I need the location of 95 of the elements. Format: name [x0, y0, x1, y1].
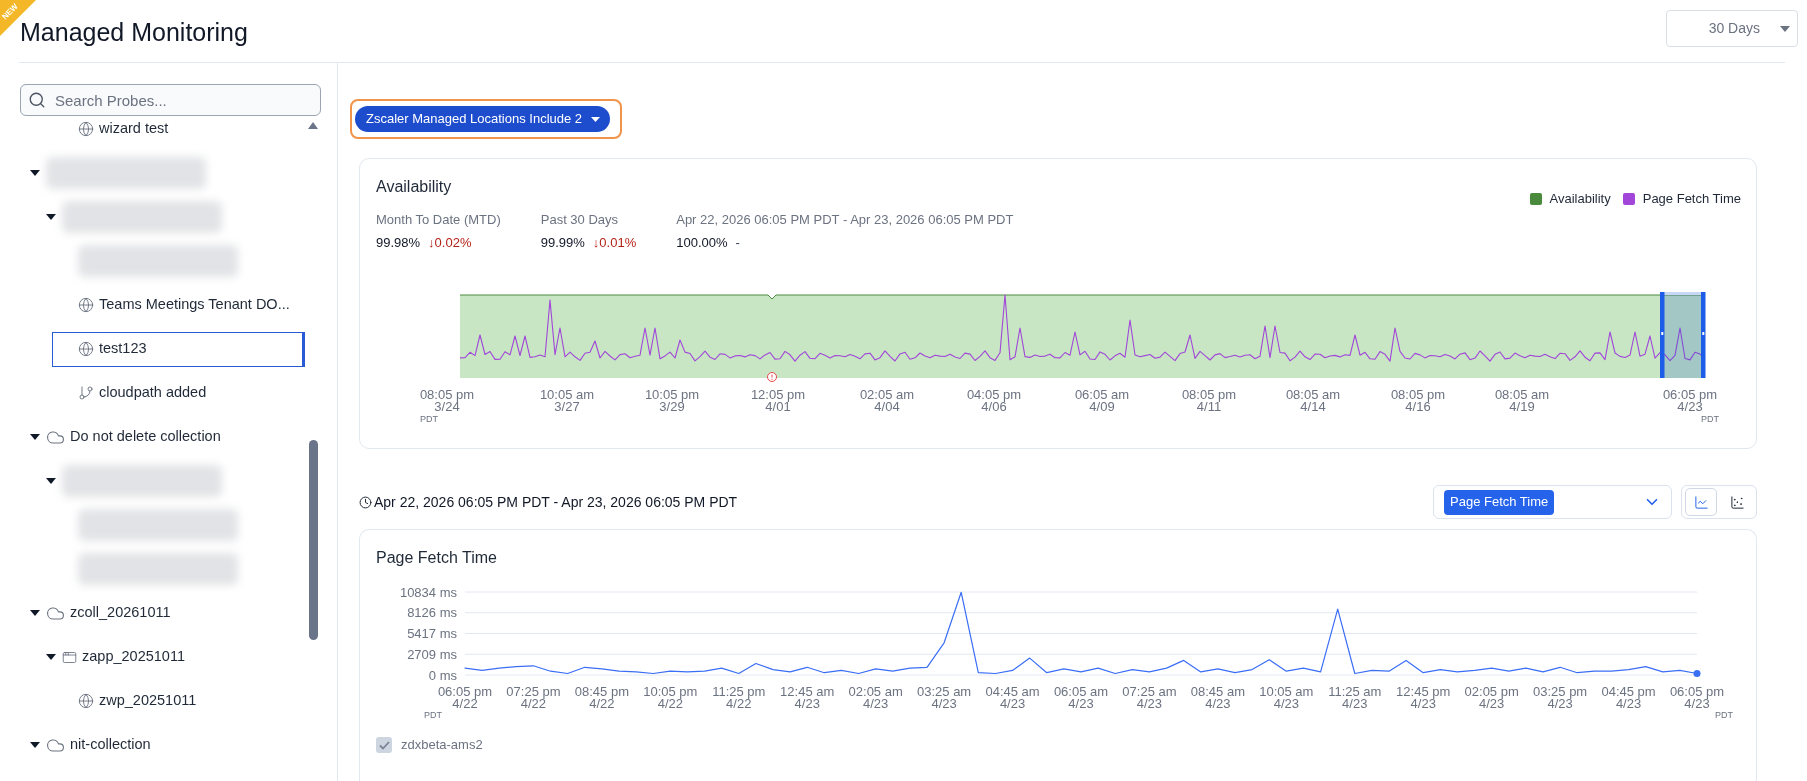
scrollbar-thumb[interactable] — [309, 440, 318, 640]
scatter-chart-icon — [1729, 494, 1745, 510]
search-field[interactable]: Search Probes... — [20, 84, 321, 116]
x-axis-label: 03:25 am 4/23 — [917, 683, 972, 711]
y-axis-label: 0 ms — [428, 667, 457, 683]
x-axis-label: 03:25 pm 4/23 — [1533, 683, 1588, 711]
check-icon — [378, 740, 390, 750]
x-axis-label: 12:05 pm 4/01 — [750, 386, 806, 414]
globe-icon — [78, 693, 94, 709]
x-axis-label: 12:45 am 4/23 — [780, 683, 835, 711]
scroll-up-icon[interactable] — [308, 122, 318, 129]
x-axis-label: 10:05 am 3/27 — [539, 386, 595, 414]
x-axis-label: 12:45 pm 4/23 — [1396, 683, 1451, 711]
caret-down-icon[interactable] — [46, 654, 56, 660]
stat-change: ↓0.02% — [428, 235, 472, 251]
caret-down-icon[interactable] — [46, 214, 56, 220]
tree-item[interactable]: zapp_20251011 — [36, 639, 305, 675]
stat-label: Apr 22, 2026 06:05 PM PDT - Apr 23, 2026 06:05 PM PDT — [676, 212, 1014, 228]
x-axis-label: 11:25 am 4/23 — [1328, 683, 1382, 711]
globe-icon — [78, 121, 94, 137]
date-range: Apr 22, 2026 06:05 PM PDT - Apr 23, 2026 06:05 PM PDT — [374, 493, 738, 511]
filter-chip[interactable]: Zscaler Managed Locations Include 2 — [355, 106, 611, 132]
x-axis-label: 07:25 am 4/23 — [1122, 683, 1177, 711]
x-axis-label: 08:05 am 4/19 — [1494, 386, 1550, 414]
timezone-label: PDT — [424, 710, 442, 720]
x-axis-label: 08:05 pm 4/11 — [1181, 386, 1237, 414]
timezone-label: PDT — [420, 414, 438, 424]
y-axis-label: 10834 ms — [399, 584, 457, 600]
y-axis-label: 2709 ms — [407, 646, 457, 662]
range-dropdown[interactable]: 30 Days — [1666, 10, 1798, 47]
x-axis-label: 06:05 pm 4/23 — [1662, 386, 1718, 414]
tree-item[interactable]: test123 — [52, 331, 305, 367]
y-axis-label: 5417 ms — [407, 626, 457, 641]
caret-down-icon[interactable] — [30, 610, 40, 616]
x-axis-label: 08:05 pm 4/16 — [1390, 386, 1446, 414]
tree-item[interactable]: Teams Meetings Tenant DO... — [52, 287, 305, 323]
x-axis-label: 04:45 am 4/23 — [985, 683, 1040, 711]
card-title: Availability — [376, 177, 452, 197]
selected-metric-tag: Page Fetch Time — [1444, 489, 1555, 515]
caret-down-icon — [591, 116, 601, 122]
x-axis-label: 11:25 pm 4/22 — [712, 683, 766, 711]
branch-icon — [78, 385, 94, 401]
stat-change: ↓0.01% — [592, 235, 637, 251]
tree-item[interactable]: cloudpath added — [52, 375, 305, 411]
stat-change: - — [735, 235, 740, 251]
tree-item[interactable]: zcoll_20261011 — [20, 595, 305, 631]
line-chart-view-button[interactable] — [1685, 488, 1717, 516]
alert-marker-icon[interactable] — [767, 372, 777, 382]
tree-item[interactable]: nit-collection — [20, 727, 305, 763]
caret-down-icon[interactable] — [30, 434, 40, 440]
x-axis-label: 06:05 pm 4/23 — [1669, 683, 1725, 711]
stat-label: Month To Date (MTD) — [376, 212, 501, 228]
x-axis-label: 06:05 pm 4/22 — [437, 683, 493, 711]
legend-label: Availability — [1549, 191, 1611, 207]
stat-value: 99.98% — [376, 235, 421, 251]
window-icon — [62, 649, 77, 665]
card-title: Page Fetch Time — [375, 548, 498, 568]
globe-icon — [78, 341, 94, 357]
y-axis-label: 8126 ms — [407, 605, 457, 621]
x-axis-label: 10:05 am 4/23 — [1259, 683, 1314, 711]
x-axis-label: 02:05 am 4/04 — [859, 386, 915, 414]
x-axis-label: 06:05 am 4/23 — [1053, 683, 1109, 711]
timezone-label: PDT — [1715, 710, 1733, 720]
stat-value: 100.00% — [676, 235, 728, 251]
x-axis-label: 10:05 pm 4/22 — [643, 683, 698, 711]
legend-label: Page Fetch Time — [1642, 191, 1741, 207]
metric-select[interactable]: Page Fetch Time — [1433, 485, 1672, 519]
x-axis-label: 08:45 pm 4/22 — [574, 683, 629, 711]
search-icon — [28, 91, 46, 109]
series-checkbox[interactable] — [376, 737, 392, 753]
caret-down-icon[interactable] — [30, 170, 40, 176]
caret-down-icon — [1780, 25, 1790, 32]
stat-label: Past 30 Days — [540, 212, 620, 228]
x-axis-label: 02:05 pm 4/23 — [1464, 683, 1519, 711]
selection-brush[interactable] — [1660, 292, 1706, 378]
x-axis-label: 07:25 pm 4/22 — [506, 683, 561, 711]
globe-icon — [78, 297, 94, 313]
x-axis-label: 04:05 pm 4/06 — [966, 386, 1022, 414]
clock-icon — [359, 495, 372, 509]
series-label: zdxbeta-ams2 — [401, 737, 483, 753]
endpoint-marker-icon — [1693, 669, 1701, 677]
line-chart-icon — [1693, 494, 1709, 510]
x-axis-label: 06:05 am 4/09 — [1074, 386, 1130, 414]
x-axis-label: 10:05 pm 3/29 — [644, 386, 700, 414]
tree-item[interactable]: Do not delete collection — [20, 419, 305, 455]
x-axis-label: 08:45 am 4/23 — [1190, 683, 1245, 711]
caret-down-icon[interactable] — [30, 742, 40, 748]
x-axis-label: 08:05 am 4/14 — [1285, 386, 1341, 414]
tree-item[interactable]: zwp_20251011 — [52, 683, 305, 719]
stat-value: 99.99% — [540, 235, 585, 251]
x-axis-label: 02:05 am 4/23 — [848, 683, 903, 711]
caret-down-icon[interactable] — [46, 478, 56, 484]
x-axis-label: 04:45 pm 4/23 — [1601, 683, 1656, 711]
x-axis-label: 08:05 pm 3/24 — [419, 386, 475, 414]
timezone-label: PDT — [1701, 414, 1719, 424]
